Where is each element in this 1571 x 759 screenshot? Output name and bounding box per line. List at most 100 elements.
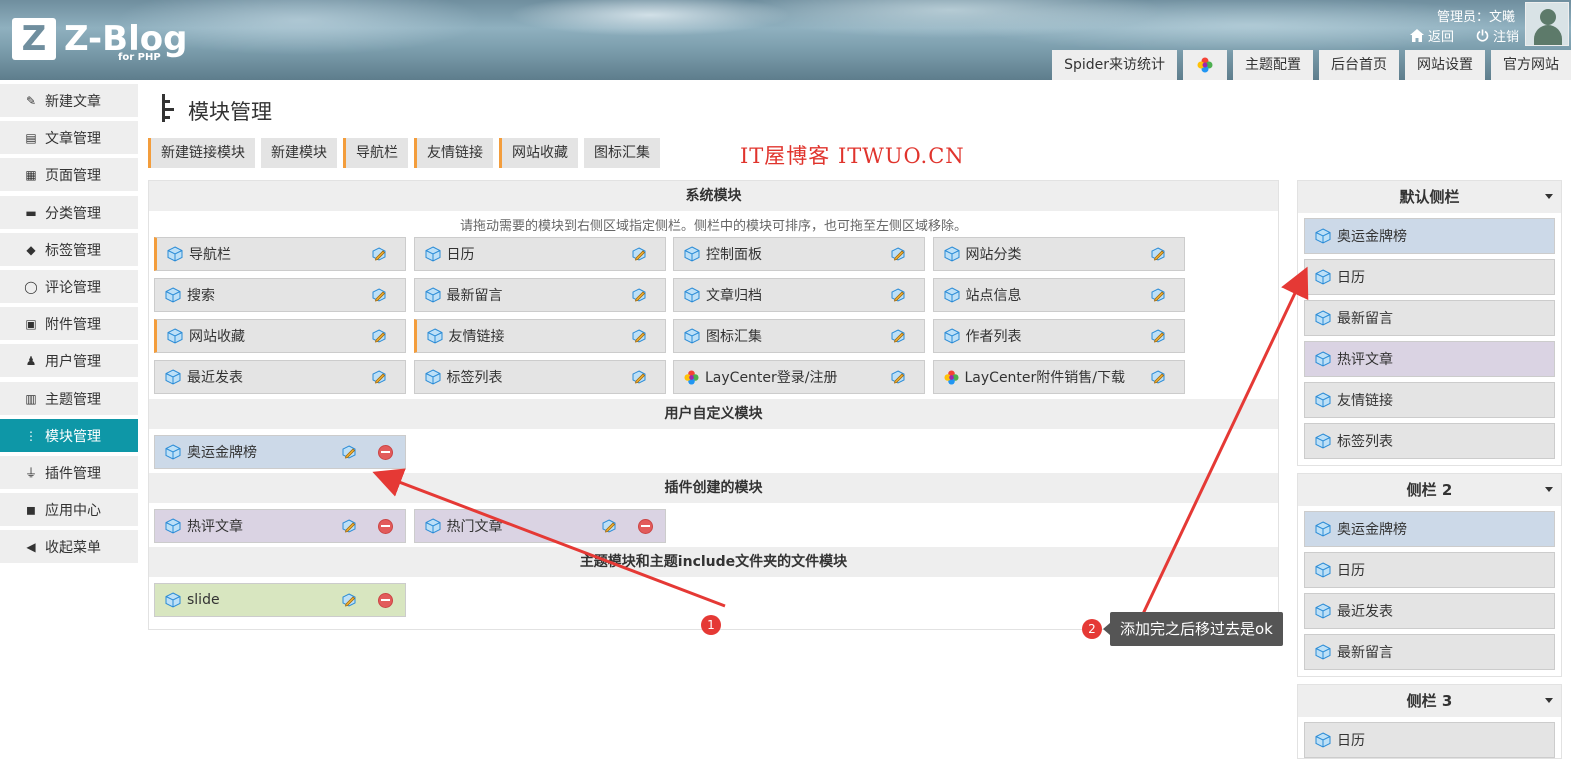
edit-module-icon[interactable] (631, 287, 647, 303)
module-item[interactable]: 最新留言 (413, 278, 666, 312)
sub-tabs: 新建链接模块 新建模块 导航栏 友情链接 网站收藏 图标汇集 (148, 138, 660, 168)
sidebar-module-item[interactable]: 最新留言 (1304, 300, 1555, 336)
edit-module-icon[interactable] (341, 444, 357, 460)
module-cube-icon (425, 287, 441, 303)
module-item[interactable]: 热评文章 (154, 509, 406, 543)
sidebar-zone-title[interactable]: 侧栏 2 (1298, 474, 1561, 506)
module-item[interactable]: 控制面板 (673, 237, 925, 271)
sidebar-item-articles[interactable]: ▤ 文章管理 (0, 121, 138, 154)
avatar[interactable] (1525, 2, 1569, 46)
sidebar-zone-1[interactable]: 默认侧栏奥运金牌榜日历最新留言热评文章友情链接标签列表 (1297, 180, 1562, 466)
topnav-theme-config[interactable]: 主题配置 (1233, 50, 1313, 80)
new-link-module-button[interactable]: 新建链接模块 (148, 138, 255, 168)
sidebar-module-item[interactable]: 友情链接 (1304, 382, 1555, 418)
page-title: 模块管理 (160, 94, 272, 128)
edit-module-icon[interactable] (371, 246, 387, 262)
edit-module-icon[interactable] (1150, 328, 1166, 344)
module-item[interactable]: 最近发表 (154, 360, 406, 394)
navbar-tab[interactable]: 导航栏 (343, 138, 408, 168)
edit-module-icon[interactable] (371, 328, 387, 344)
module-item[interactable]: LayCenter登录/注册 (673, 360, 925, 394)
sidebar-module-item[interactable]: 最新留言 (1304, 634, 1555, 670)
module-item[interactable]: 搜索 (154, 278, 406, 312)
sidebar-zone-2[interactable]: 侧栏 2 奥运金牌榜日历最近发表最新留言 (1297, 473, 1562, 677)
sidebar-item-themes[interactable]: ▥ 主题管理 (0, 382, 138, 415)
delete-module-icon[interactable] (378, 444, 393, 460)
edit-module-icon[interactable] (1150, 246, 1166, 262)
sidebar-zone-3[interactable]: 侧栏 3 日历 (1297, 684, 1562, 759)
delete-module-icon[interactable] (378, 518, 393, 534)
edit-module-icon[interactable] (890, 287, 906, 303)
module-item[interactable]: 图标汇集 (673, 319, 925, 353)
sidebar-item-users[interactable]: ♟ 用户管理 (0, 344, 138, 377)
sidebar-item-comments[interactable]: ◯ 评论管理 (0, 270, 138, 303)
sidebar-module-item[interactable]: 标签列表 (1304, 423, 1555, 459)
edit-module-icon[interactable] (371, 287, 387, 303)
module-item[interactable]: 网站分类 (932, 237, 1185, 271)
new-module-button[interactable]: 新建模块 (261, 138, 337, 168)
sidebar-module-item[interactable]: 日历 (1304, 552, 1555, 588)
sidebar-module-item[interactable]: 日历 (1304, 722, 1555, 758)
module-item[interactable]: 导航栏 (154, 237, 406, 271)
edit-module-icon[interactable] (1150, 287, 1166, 303)
sidebar-item-attachments[interactable]: ▣ 附件管理 (0, 307, 138, 340)
module-item[interactable]: 热门文章 (413, 509, 666, 543)
delete-module-icon[interactable] (378, 592, 393, 608)
logo[interactable]: Z Z-Blog (12, 18, 187, 60)
edit-module-icon[interactable] (371, 369, 387, 385)
edit-module-icon[interactable] (341, 518, 357, 534)
edit-module-icon[interactable] (631, 328, 647, 344)
module-label: 日历 (1337, 270, 1365, 286)
caret-down-icon[interactable] (1545, 487, 1553, 492)
sidebar-module-item[interactable]: 最近发表 (1304, 593, 1555, 629)
topnav-official-site[interactable]: 官方网站 (1491, 50, 1571, 80)
edit-module-icon[interactable] (890, 369, 906, 385)
logout-link[interactable]: 注销 (1476, 26, 1519, 45)
module-item[interactable]: 标签列表 (413, 360, 666, 394)
module-item[interactable]: 作者列表 (932, 319, 1185, 353)
caret-down-icon[interactable] (1545, 698, 1553, 703)
module-item[interactable]: 奥运金牌榜 (154, 435, 406, 469)
sidebar-item-new-article[interactable]: ✎ 新建文章 (0, 84, 138, 117)
sidebar-item-categories[interactable]: ▬ 分类管理 (0, 196, 138, 229)
friend-links-tab[interactable]: 友情链接 (414, 138, 493, 168)
edit-module-icon[interactable] (890, 328, 906, 344)
module-label: 热门文章 (446, 519, 503, 535)
site-favorites-tab[interactable]: 网站收藏 (499, 138, 578, 168)
topnav-laycenter[interactable] (1183, 50, 1227, 80)
topnav-spider-stats[interactable]: Spider来访统计 (1052, 50, 1177, 80)
caret-down-icon[interactable] (1545, 194, 1553, 199)
edit-module-icon[interactable] (890, 246, 906, 262)
sidebar-module-item[interactable]: 奥运金牌榜 (1304, 511, 1555, 547)
sidebar-item-collapse[interactable]: ◀ 收起菜单 (0, 530, 138, 563)
sidebar-item-pages[interactable]: ▦ 页面管理 (0, 158, 138, 191)
topnav-site-settings[interactable]: 网站设置 (1405, 50, 1485, 80)
module-item[interactable]: slide (154, 583, 406, 617)
icon-collection-tab[interactable]: 图标汇集 (584, 138, 660, 168)
sidebar-item-modules[interactable]: ⋮ 模块管理 (0, 419, 138, 452)
module-item[interactable]: 网站收藏 (154, 319, 406, 353)
module-item[interactable]: 友情链接 (413, 319, 666, 353)
sidebar-module-item[interactable]: 日历 (1304, 259, 1555, 295)
edit-module-icon[interactable] (601, 518, 617, 534)
module-item[interactable]: 文章归档 (673, 278, 925, 312)
module-label: 导航栏 (189, 247, 231, 263)
sidebar-zone-title[interactable]: 默认侧栏 (1298, 181, 1561, 213)
sidebar-item-app-center[interactable]: ◼ 应用中心 (0, 493, 138, 526)
module-icon (160, 94, 176, 128)
module-item[interactable]: 日历 (413, 237, 666, 271)
sidebar-module-item[interactable]: 奥运金牌榜 (1304, 218, 1555, 254)
edit-module-icon[interactable] (631, 369, 647, 385)
topnav-admin-home[interactable]: 后台首页 (1319, 50, 1399, 80)
sidebar-item-plugins[interactable]: ⏚ 插件管理 (0, 456, 138, 489)
sidebar-module-item[interactable]: 热评文章 (1304, 341, 1555, 377)
sidebar-item-tags[interactable]: ◆ 标签管理 (0, 233, 138, 266)
edit-module-icon[interactable] (341, 592, 357, 608)
module-item[interactable]: 站点信息 (932, 278, 1185, 312)
edit-module-icon[interactable] (631, 246, 647, 262)
back-link[interactable]: 返回 (1409, 26, 1454, 45)
edit-module-icon[interactable] (1150, 369, 1166, 385)
module-item[interactable]: LayCenter附件销售/下载 (932, 360, 1185, 394)
sidebar-zone-title[interactable]: 侧栏 3 (1298, 685, 1561, 717)
delete-module-icon[interactable] (637, 518, 653, 534)
